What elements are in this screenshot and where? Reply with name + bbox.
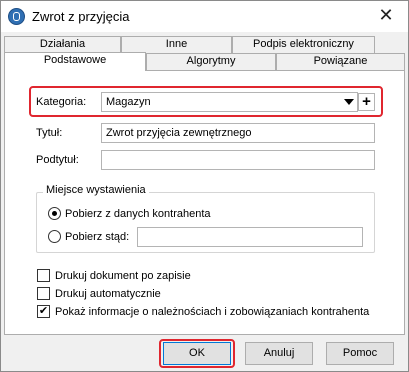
tab-label: Powiązane bbox=[313, 55, 368, 67]
add-kategoria-button[interactable]: + bbox=[358, 93, 375, 111]
radio-pobierz-stad[interactable] bbox=[48, 230, 61, 243]
app-logo-icon bbox=[8, 8, 25, 25]
tab-dzialania[interactable]: Działania bbox=[4, 36, 121, 53]
tab-inne[interactable]: Inne bbox=[121, 36, 232, 53]
tab-panel-podstawowe: Kategoria: Magazyn + Tytuł: Zwrot przyję… bbox=[4, 70, 405, 335]
miejsce-wystawienia-legend: Miejsce wystawienia bbox=[43, 184, 149, 196]
checkbox-drukuj-po-zapisie[interactable] bbox=[37, 269, 50, 282]
tytul-label: Tytuł: bbox=[36, 127, 63, 139]
tab-label: Algorytmy bbox=[186, 55, 236, 67]
pobierz-stad-input[interactable] bbox=[137, 227, 363, 247]
pokaz-informacje-label: Pokaż informacje o należnościach i zobow… bbox=[55, 306, 370, 318]
tab-podpis-elektroniczny[interactable]: Podpis elektroniczny bbox=[232, 36, 375, 53]
chevron-down-icon bbox=[344, 99, 354, 105]
tab-podstawowe[interactable]: Podstawowe bbox=[4, 52, 146, 71]
kategoria-select[interactable]: Magazyn bbox=[101, 92, 358, 112]
tytul-input[interactable]: Zwrot przyjęcia zewnętrznego bbox=[101, 123, 375, 143]
ok-button[interactable]: OK bbox=[163, 342, 231, 365]
close-button[interactable]: ✕ bbox=[364, 1, 408, 31]
podtytul-label: Podtytuł: bbox=[36, 154, 79, 166]
tab-label: Inne bbox=[165, 38, 188, 50]
checkbox-pokaz-informacje[interactable]: ✔ bbox=[37, 305, 50, 318]
drukuj-po-zapisie-label: Drukuj dokument po zapisie bbox=[55, 270, 191, 282]
radio-pobierz-z-kontrahenta[interactable] bbox=[48, 207, 61, 220]
cancel-button[interactable]: Anuluj bbox=[245, 342, 313, 365]
tytul-value: Zwrot przyjęcia zewnętrznego bbox=[106, 127, 252, 139]
checkbox-drukuj-automatycznie[interactable] bbox=[37, 287, 50, 300]
kategoria-label: Kategoria: bbox=[36, 96, 87, 108]
radio-selected-dot bbox=[52, 211, 57, 216]
window-title: Zwrot z przyjęcia bbox=[32, 9, 130, 24]
pobierz-z-kontrahenta-label: Pobierz z danych kontrahenta bbox=[65, 208, 211, 220]
pobierz-stad-label: Pobierz stąd: bbox=[65, 231, 130, 243]
tab-label: Podstawowe bbox=[43, 54, 107, 66]
help-button[interactable]: Pomoc bbox=[326, 342, 394, 365]
tab-label: Podpis elektroniczny bbox=[253, 38, 354, 50]
drukuj-automatycznie-label: Drukuj automatycznie bbox=[55, 288, 161, 300]
kategoria-value: Magazyn bbox=[106, 96, 151, 108]
tab-powiazane[interactable]: Powiązane bbox=[276, 53, 405, 70]
tab-label: Działania bbox=[39, 38, 86, 50]
check-mark-icon: ✔ bbox=[38, 305, 49, 317]
title-bar: Zwrot z przyjęcia ✕ bbox=[1, 1, 408, 32]
dialog-window: Zwrot z przyjęcia ✕ Działania Inne Podpi… bbox=[0, 0, 409, 372]
podtytul-input[interactable] bbox=[101, 150, 375, 170]
tab-algorytmy[interactable]: Algorytmy bbox=[146, 53, 276, 70]
